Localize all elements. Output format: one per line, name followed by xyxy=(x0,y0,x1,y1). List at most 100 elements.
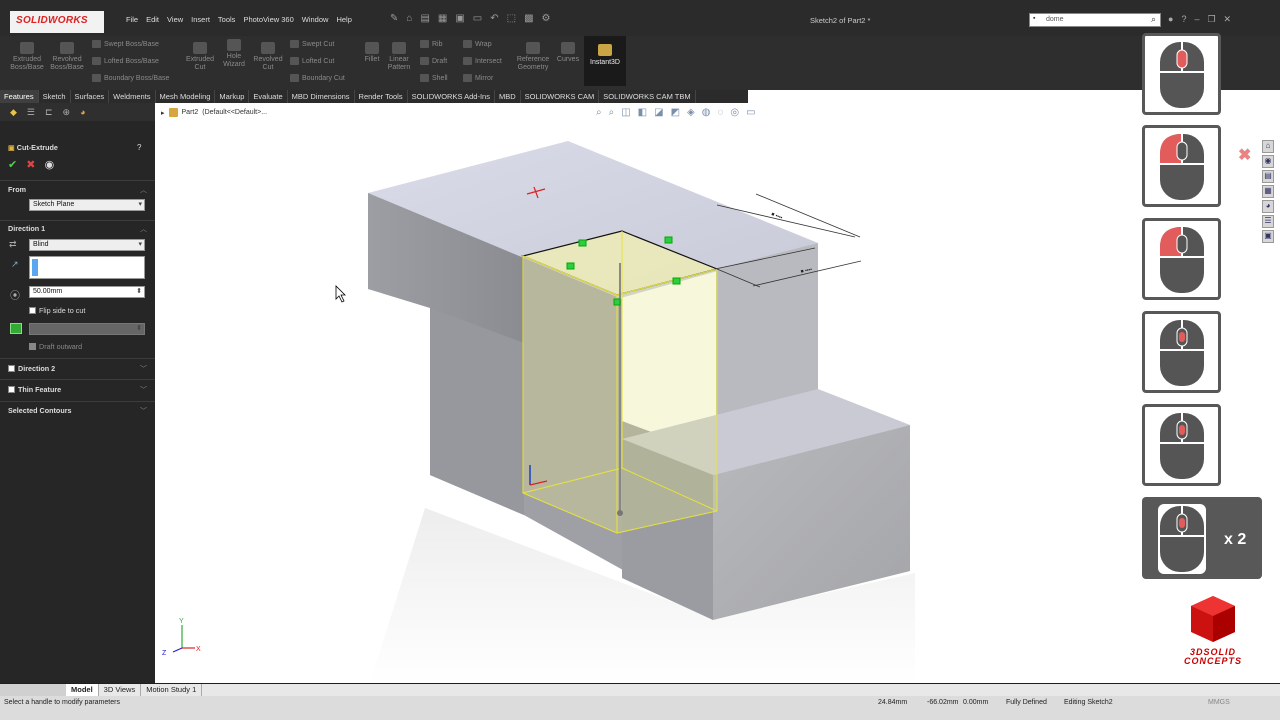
menu-tools[interactable]: Tools xyxy=(214,15,240,24)
checkbox[interactable] xyxy=(8,386,15,393)
revolved-boss-button[interactable]: Revolved Boss/Base xyxy=(48,42,86,72)
feature-manager-icon[interactable]: ◆ xyxy=(10,107,17,118)
flip-side-checkbox[interactable]: Flip side to cut xyxy=(29,306,85,315)
spinner-icon[interactable]: ⬍ xyxy=(136,324,142,332)
help-icon[interactable]: ? xyxy=(1181,14,1186,25)
chevron-down-icon[interactable]: ﹀ xyxy=(140,406,147,416)
dimxpert-icon[interactable]: ⊕ xyxy=(63,107,71,118)
menu-view[interactable]: View xyxy=(163,15,187,24)
preview-eye-icon[interactable]: ◉ xyxy=(45,159,55,171)
open-icon[interactable]: ▦ xyxy=(438,13,447,24)
thin-feature-row[interactable]: Thin Feature xyxy=(8,385,61,394)
draft-angle-input[interactable]: ⬍ xyxy=(29,323,145,335)
depth-input[interactable]: 50.00mm ⬍ xyxy=(29,286,145,298)
spinner-icon[interactable]: ⬍ xyxy=(136,287,142,295)
restore-icon[interactable]: ❐ xyxy=(1207,14,1215,25)
custom-properties-icon[interactable]: ▣ xyxy=(1262,230,1274,243)
chevron-up-icon[interactable]: ︿ xyxy=(140,185,147,195)
new-icon[interactable]: ▤ xyxy=(420,13,429,24)
checkbox[interactable] xyxy=(8,365,15,372)
hole-wizard-button[interactable]: Hole Wizard xyxy=(219,39,249,69)
menu-edit[interactable]: Edit xyxy=(142,15,163,24)
reverse-direction-icon[interactable]: ⇄ xyxy=(9,239,17,250)
cancel-icon[interactable]: ✖ xyxy=(26,159,35,171)
property-manager-icon[interactable]: ☰ xyxy=(27,107,35,118)
select-icon[interactable]: ⬚ xyxy=(507,13,516,24)
menu-photoview[interactable]: PhotoView 360 xyxy=(239,15,297,24)
direction-selection-box[interactable] xyxy=(29,256,145,279)
search-icon[interactable]: ⌕ xyxy=(1151,14,1156,25)
close-icon[interactable]: ✕ xyxy=(1224,14,1232,25)
tab-mbd-dimensions[interactable]: MBD Dimensions xyxy=(288,90,355,103)
print-icon[interactable]: ▭ xyxy=(473,13,482,24)
mirror-button[interactable]: Mirror xyxy=(463,74,493,82)
tab-markup[interactable]: Markup xyxy=(215,90,250,103)
tab-addins[interactable]: SOLIDWORKS Add-Ins xyxy=(408,90,495,103)
design-library-icon[interactable]: ▤ xyxy=(1262,170,1274,183)
curves-button[interactable]: Curves xyxy=(554,42,582,64)
wrap-button[interactable]: Wrap xyxy=(463,40,492,48)
options-icon[interactable]: ⚙ xyxy=(542,13,551,24)
tab-cam-tbm[interactable]: SOLIDWORKS CAM TBM xyxy=(599,90,696,103)
swept-cut-button[interactable]: Swept Cut xyxy=(290,40,334,48)
home-icon[interactable]: ⌂ xyxy=(406,13,412,24)
menu-help[interactable]: Help xyxy=(332,15,355,24)
tab-sketch[interactable]: Sketch xyxy=(39,90,71,103)
chevron-up-icon[interactable]: ︿ xyxy=(140,224,147,234)
tab-weldments[interactable]: Weldments xyxy=(109,90,156,103)
boundary-cut-button[interactable]: Boundary Cut xyxy=(290,74,345,82)
tab-model[interactable]: Model xyxy=(66,684,99,696)
end-condition-select[interactable]: Blind ▾ xyxy=(29,239,145,251)
fillet-button[interactable]: Fillet xyxy=(360,42,384,64)
tab-render-tools[interactable]: Render Tools xyxy=(355,90,408,103)
tab-features[interactable]: Features xyxy=(0,90,39,103)
resources-icon[interactable]: ◉ xyxy=(1262,155,1274,168)
user-icon[interactable]: ● xyxy=(1168,14,1173,25)
undo-icon[interactable]: ↶ xyxy=(490,13,498,24)
rib-button[interactable]: Rib xyxy=(420,40,443,48)
depth-handle[interactable] xyxy=(617,510,623,516)
units-status[interactable]: MMGS xyxy=(1208,699,1230,706)
menu-file[interactable]: File xyxy=(122,15,142,24)
search-input[interactable]: ▪ dome ⌕ xyxy=(1029,13,1161,27)
save-icon[interactable]: ▣ xyxy=(455,13,464,24)
tab-mbd[interactable]: MBD xyxy=(495,90,521,103)
chevron-down-icon[interactable]: ﹀ xyxy=(140,385,147,395)
help-icon[interactable]: ? xyxy=(137,143,141,152)
draft-button[interactable]: Draft xyxy=(420,57,447,65)
graphics-area[interactable]: ▸ Part2 (Default<<Default>... ⌕ ⌕ ◫ ◧ ◪ ◩ … xyxy=(155,103,1280,683)
chevron-down-icon[interactable]: ﹀ xyxy=(140,364,147,374)
shell-button[interactable]: Shell xyxy=(420,74,448,82)
draft-outward-checkbox[interactable]: Draft outward xyxy=(29,342,82,351)
intersect-button[interactable]: Intersect xyxy=(463,57,502,65)
cancel-icon[interactable]: ✖ xyxy=(1238,145,1251,165)
tab-scroll-arrows[interactable] xyxy=(0,684,66,696)
pin-icon[interactable]: ✎ xyxy=(390,13,398,24)
rebuild-icon[interactable]: ▩ xyxy=(524,13,533,24)
display-manager-icon[interactable]: ◕ xyxy=(80,107,85,117)
menu-insert[interactable]: Insert xyxy=(187,15,214,24)
tab-surfaces[interactable]: Surfaces xyxy=(71,90,110,103)
selected-contours-label[interactable]: Selected Contours xyxy=(8,406,72,415)
tab-3d-views[interactable]: 3D Views xyxy=(99,684,142,696)
extruded-cut-button[interactable]: Extruded Cut xyxy=(182,42,218,72)
reference-geometry-button[interactable]: Reference Geometry xyxy=(514,42,552,72)
swept-boss-button[interactable]: Swept Boss/Base xyxy=(92,40,159,48)
tab-motion-study[interactable]: Motion Study 1 xyxy=(141,684,203,696)
linear-pattern-button[interactable]: Linear Pattern xyxy=(385,42,413,72)
boundary-boss-button[interactable]: Boundary Boss/Base xyxy=(92,74,169,82)
lofted-boss-button[interactable]: Lofted Boss/Base xyxy=(92,57,159,65)
appearances-icon[interactable]: ☰ xyxy=(1262,215,1274,228)
extruded-boss-button[interactable]: Extruded Boss/Base xyxy=(8,42,46,72)
configuration-manager-icon[interactable]: ⊏ xyxy=(45,107,53,118)
minimize-icon[interactable]: – xyxy=(1194,14,1199,25)
instant3d-button[interactable]: Instant3D xyxy=(584,36,626,86)
revolved-cut-button[interactable]: Revolved Cut xyxy=(250,42,286,72)
direction2-row[interactable]: Direction 2 xyxy=(8,364,55,373)
tab-mesh-modeling[interactable]: Mesh Modeling xyxy=(156,90,216,103)
lofted-cut-button[interactable]: Lofted Cut xyxy=(290,57,334,65)
from-select[interactable]: Sketch Plane ▾ xyxy=(29,199,145,211)
tab-cam[interactable]: SOLIDWORKS CAM xyxy=(521,90,600,103)
menu-window[interactable]: Window xyxy=(298,15,333,24)
ok-icon[interactable]: ✔ xyxy=(8,159,17,171)
